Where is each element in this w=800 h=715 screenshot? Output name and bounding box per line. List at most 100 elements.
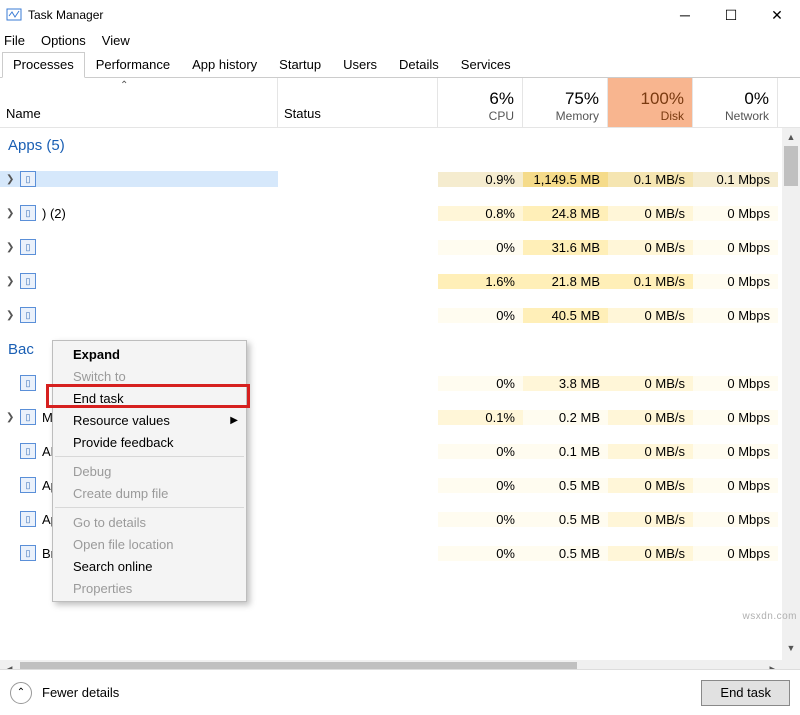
cell-network: 0 Mbps [693, 274, 778, 289]
tab-services[interactable]: Services [450, 52, 522, 78]
process-row[interactable]: ❯ ▯ 0% 31.6 MB 0 MB/s 0 Mbps [0, 230, 782, 264]
tab-users[interactable]: Users [332, 52, 388, 78]
chevron-right-icon: ▶ [230, 415, 238, 426]
expand-icon[interactable]: ❯ [6, 208, 18, 219]
disk-usage-pct: 100% [641, 89, 684, 109]
cell-memory: 21.8 MB [523, 274, 608, 289]
vertical-scrollbar[interactable]: ▲ ▼ [782, 128, 800, 678]
process-row[interactable]: ❯ ▯ 0% 40.5 MB 0 MB/s 0 Mbps [0, 298, 782, 332]
process-icon: ▯ [20, 171, 36, 187]
sort-indicator-icon: ⌃ [120, 80, 128, 91]
column-name[interactable]: ⌃ Name [0, 78, 278, 127]
cell-cpu: 0% [438, 512, 523, 527]
memory-label: Memory [556, 109, 599, 123]
cell-network: 0 Mbps [693, 308, 778, 323]
cell-disk: 0 MB/s [608, 410, 693, 425]
context-item-switch-to: Switch to [53, 365, 246, 387]
process-icon: ▯ [20, 375, 36, 391]
cpu-usage-pct: 6% [489, 89, 514, 109]
tab-app-history[interactable]: App history [181, 52, 268, 78]
process-icon: ▯ [20, 239, 36, 255]
menu-view[interactable]: View [102, 33, 130, 48]
tab-details[interactable]: Details [388, 52, 450, 78]
close-button[interactable]: ✕ [754, 0, 800, 30]
minimize-button[interactable]: ─ [662, 0, 708, 30]
scroll-up-icon[interactable]: ▲ [782, 128, 800, 146]
memory-usage-pct: 75% [565, 89, 599, 109]
cell-disk: 0 MB/s [608, 240, 693, 255]
column-header: ⌃ Name Status 6% CPU 75% Memory 100% Dis… [0, 78, 800, 128]
cell-memory: 3.8 MB [523, 376, 608, 391]
cell-network: 0 Mbps [693, 376, 778, 391]
tab-startup[interactable]: Startup [268, 52, 332, 78]
process-row[interactable]: ❯ ▯ 1.6% 21.8 MB 0.1 MB/s 0 Mbps [0, 264, 782, 298]
cell-network: 0.1 Mbps [693, 172, 778, 187]
process-row[interactable]: ❯ ▯ 0.9% 1,149.5 MB 0.1 MB/s 0.1 Mbps [0, 162, 782, 196]
column-status[interactable]: Status [278, 78, 438, 127]
process-icon: ▯ [20, 545, 36, 561]
context-item-create-dump-file: Create dump file [53, 482, 246, 504]
cell-cpu: 0% [438, 240, 523, 255]
context-menu: ExpandSwitch toEnd taskResource values▶P… [52, 340, 247, 602]
expand-icon[interactable]: ❯ [6, 276, 18, 287]
menu-file[interactable]: File [4, 33, 25, 48]
cell-disk: 0 MB/s [608, 512, 693, 527]
cell-memory: 0.1 MB [523, 444, 608, 459]
group-background[interactable]: Bac [0, 332, 50, 366]
group-apps[interactable]: Apps (5) [0, 128, 782, 162]
cell-cpu: 0% [438, 308, 523, 323]
menu-bar: File Options View [0, 30, 800, 50]
cell-network: 0 Mbps [693, 410, 778, 425]
scroll-thumb[interactable] [784, 146, 798, 186]
disk-label: Disk [661, 109, 684, 123]
cell-memory: 40.5 MB [523, 308, 608, 323]
cell-cpu: 0% [438, 478, 523, 493]
cpu-label: CPU [489, 109, 514, 123]
context-item-end-task[interactable]: End task [53, 387, 246, 409]
column-cpu[interactable]: 6% CPU [438, 78, 523, 127]
column-disk[interactable]: 100% Disk [608, 78, 693, 127]
column-memory[interactable]: 75% Memory [523, 78, 608, 127]
cell-memory: 0.5 MB [523, 546, 608, 561]
process-list-area: Apps (5) ❯ ▯ 0.9% 1,149.5 MB 0.1 MB/s 0.… [0, 128, 800, 678]
tab-processes[interactable]: Processes [2, 52, 85, 78]
expand-icon[interactable]: ❯ [6, 174, 18, 185]
context-item-expand[interactable]: Expand [53, 343, 246, 365]
process-name: ) (2) [42, 206, 66, 221]
end-task-button[interactable]: End task [701, 680, 790, 706]
context-item-go-to-details: Go to details [53, 511, 246, 533]
column-network[interactable]: 0% Network [693, 78, 778, 127]
fewer-details-link[interactable]: Fewer details [42, 685, 119, 700]
cell-network: 0 Mbps [693, 206, 778, 221]
cell-network: 0 Mbps [693, 240, 778, 255]
title-bar: Task Manager ─ ☐ ✕ [0, 0, 800, 30]
network-label: Network [725, 109, 769, 123]
cell-memory: 0.2 MB [523, 410, 608, 425]
cell-disk: 0 MB/s [608, 478, 693, 493]
menu-options[interactable]: Options [41, 33, 86, 48]
network-usage-pct: 0% [744, 89, 769, 109]
column-name-label: Name [6, 106, 271, 121]
cell-network: 0 Mbps [693, 512, 778, 527]
expand-icon[interactable]: ❯ [6, 310, 18, 321]
cell-cpu: 1.6% [438, 274, 523, 289]
context-item-provide-feedback[interactable]: Provide feedback [53, 431, 246, 453]
scroll-down-icon[interactable]: ▼ [782, 639, 800, 657]
process-icon: ▯ [20, 273, 36, 289]
process-row[interactable]: ❯ ▯ ) (2) 0.8% 24.8 MB 0 MB/s 0 Mbps [0, 196, 782, 230]
process-icon: ▯ [20, 205, 36, 221]
context-separator [55, 507, 244, 508]
expand-icon[interactable]: ❯ [6, 412, 18, 423]
context-separator [55, 456, 244, 457]
maximize-button[interactable]: ☐ [708, 0, 754, 30]
column-status-label: Status [284, 106, 321, 121]
cell-cpu: 0.1% [438, 410, 523, 425]
tab-performance[interactable]: Performance [85, 52, 181, 78]
process-icon: ▯ [20, 307, 36, 323]
app-icon [6, 7, 22, 23]
process-icon: ▯ [20, 511, 36, 527]
context-item-resource-values[interactable]: Resource values▶ [53, 409, 246, 431]
chevron-up-icon[interactable]: ⌃ [10, 682, 32, 704]
context-item-search-online[interactable]: Search online [53, 555, 246, 577]
expand-icon[interactable]: ❯ [6, 242, 18, 253]
